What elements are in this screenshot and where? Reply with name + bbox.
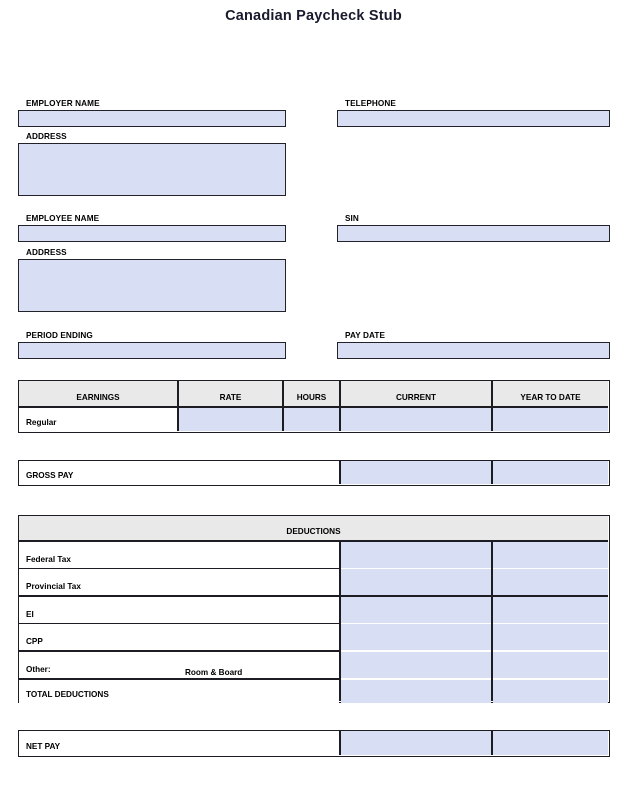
gross-pay-label: GROSS PAY: [19, 461, 339, 484]
gross-pay-current-input[interactable]: [341, 461, 491, 484]
deduction-ytd-other[interactable]: [493, 652, 608, 678]
earnings-row-current-input[interactable]: [341, 407, 491, 431]
employee-name-input[interactable]: [18, 225, 286, 242]
sin-label: SIN: [345, 214, 359, 223]
telephone-label: TELEPHONE: [345, 99, 396, 108]
earnings-table: EARNINGS RATE HOURS CURRENT YEAR TO DATE…: [18, 380, 610, 433]
employer-address-label: ADDRESS: [26, 132, 67, 141]
deduction-current-federal-tax[interactable]: [341, 541, 491, 568]
net-pay-label: NET PAY: [19, 731, 339, 755]
gross-pay-divider-2: [491, 461, 493, 484]
earnings-col-divider-1: [177, 381, 179, 431]
net-pay-ytd-input[interactable]: [493, 731, 608, 755]
deductions-col-divider-2: [491, 540, 493, 701]
deduction-current-cpp[interactable]: [341, 624, 491, 651]
page-title: Canadian Paycheck Stub: [225, 8, 402, 24]
sin-input[interactable]: [337, 225, 610, 242]
earnings-col-divider-3: [339, 381, 341, 431]
earnings-row-hours-input[interactable]: [284, 407, 339, 431]
deduction-current-total[interactable]: [341, 679, 491, 703]
deduction-other-description: Room & Board: [185, 668, 243, 677]
deduction-ytd-federal-tax[interactable]: [493, 541, 608, 568]
gross-pay-row: GROSS PAY: [18, 460, 610, 486]
telephone-input[interactable]: [337, 110, 610, 127]
employer-name-input[interactable]: [18, 110, 286, 127]
earnings-header-ytd: YEAR TO DATE: [493, 381, 608, 406]
paycheck-stub-page: Canadian Paycheck Stub EMPLOYER NAME TEL…: [0, 0, 627, 800]
period-ending-label: PERIOD ENDING: [26, 331, 93, 340]
deduction-label-federal-tax: Federal Tax: [19, 541, 339, 568]
earnings-header-hours: HOURS: [284, 381, 339, 406]
deduction-current-ei[interactable]: [341, 596, 491, 623]
employer-address-input[interactable]: [18, 143, 286, 196]
deduction-current-provincial-tax[interactable]: [341, 569, 491, 596]
pay-date-input[interactable]: [337, 342, 610, 359]
deduction-ytd-provincial-tax[interactable]: [493, 569, 608, 596]
deduction-label-cpp: CPP: [19, 624, 339, 651]
net-pay-divider-1: [339, 731, 341, 755]
deduction-ytd-ei[interactable]: [493, 596, 608, 623]
employee-name-label: EMPLOYEE NAME: [26, 214, 100, 223]
deductions-table: DEDUCTIONS Federal Tax Provincial Tax EI…: [18, 515, 610, 703]
earnings-header-current: CURRENT: [341, 381, 491, 406]
net-pay-row: NET PAY: [18, 730, 610, 757]
deduction-label-other: Other:: [19, 652, 339, 678]
deduction-ytd-cpp[interactable]: [493, 624, 608, 651]
deduction-label-total: TOTAL DEDUCTIONS: [19, 679, 339, 703]
deduction-current-other[interactable]: [341, 652, 491, 678]
earnings-col-divider-4: [491, 381, 493, 431]
earnings-row-ytd-input[interactable]: [493, 407, 608, 431]
gross-pay-divider-1: [339, 461, 341, 484]
earnings-header-earnings: EARNINGS: [19, 381, 177, 406]
net-pay-current-input[interactable]: [341, 731, 491, 755]
earnings-col-divider-2: [282, 381, 284, 431]
period-ending-input[interactable]: [18, 342, 286, 359]
earnings-header-rate: RATE: [179, 381, 282, 406]
earnings-row-rate-input[interactable]: [179, 407, 282, 431]
gross-pay-ytd-input[interactable]: [493, 461, 608, 484]
earnings-row-label: Regular: [19, 407, 177, 431]
deduction-label-ei: EI: [19, 596, 339, 623]
deductions-col-divider-1: [339, 540, 341, 701]
deduction-ytd-total[interactable]: [493, 679, 608, 703]
deductions-header: DEDUCTIONS: [19, 516, 608, 540]
pay-date-label: PAY DATE: [345, 331, 386, 340]
employee-address-input[interactable]: [18, 259, 286, 312]
employee-address-label: ADDRESS: [26, 248, 67, 257]
employer-name-label: EMPLOYER NAME: [26, 99, 100, 108]
deduction-label-provincial-tax: Provincial Tax: [19, 569, 339, 596]
net-pay-divider-2: [491, 731, 493, 755]
